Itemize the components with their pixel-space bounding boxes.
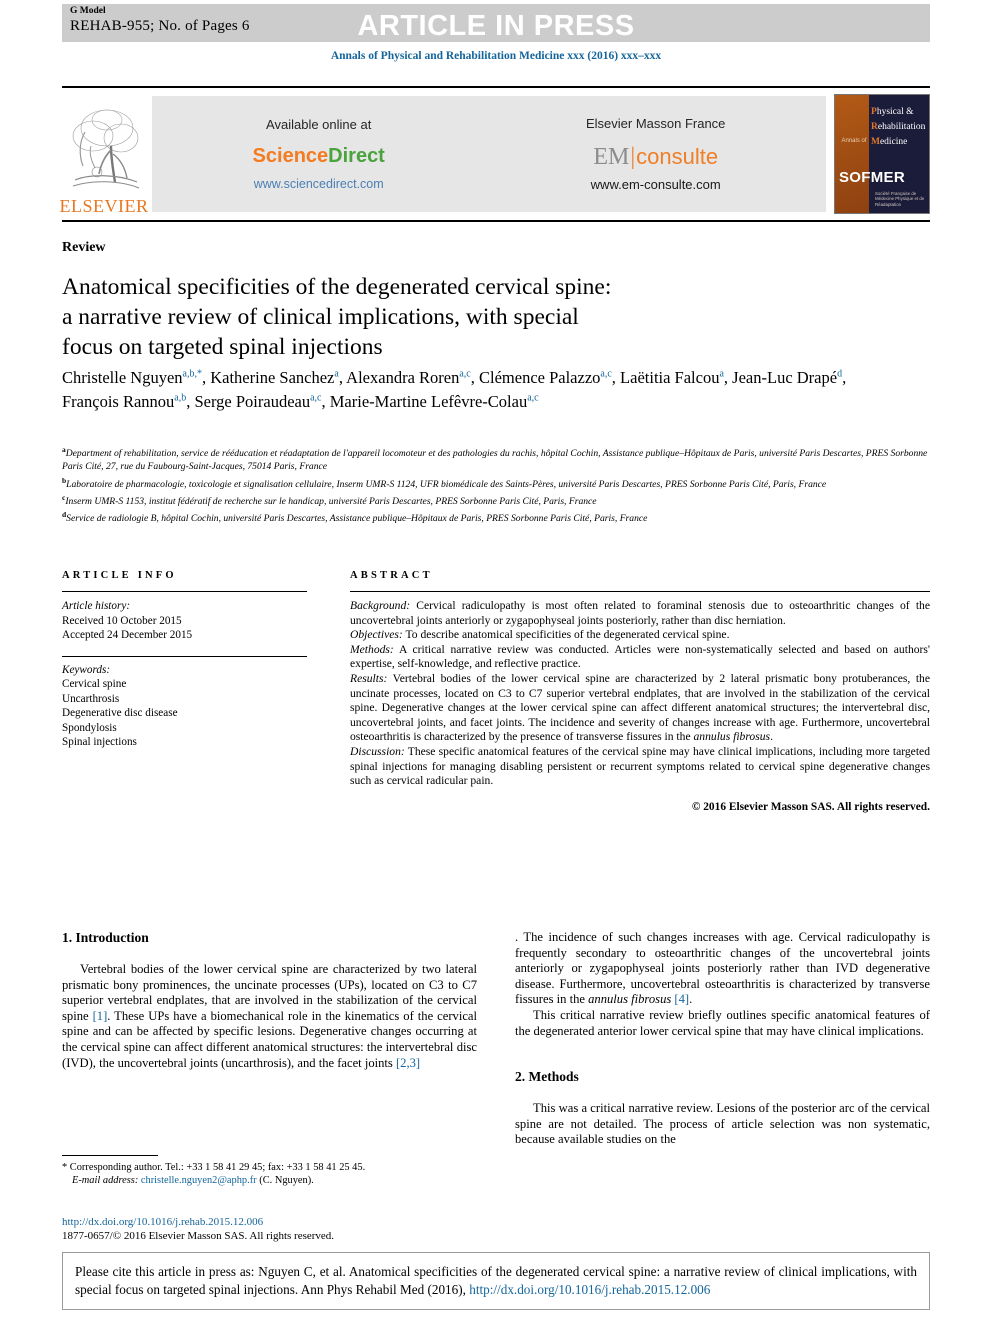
- affiliation-item: bLaboratoire de pharmacologie, toxicolog…: [62, 475, 827, 490]
- heading-introduction: 1. Introduction: [62, 930, 149, 945]
- masthead: ELSEVIER Available online at ScienceDire…: [59, 90, 930, 218]
- sciencedirect-url[interactable]: www.sciencedirect.com: [253, 177, 385, 191]
- abstract-copyright: © 2016 Elsevier Masson SAS. All rights r…: [691, 800, 930, 813]
- affiliation-item: cInserm UMR-S 1153, institut fédératif d…: [62, 492, 597, 508]
- cite-this-article-box: Please cite this article in press as: Ng…: [62, 1252, 930, 1310]
- abstract-section: Results: Vertebral bodies of the lower c…: [350, 671, 930, 744]
- author-list: Christelle Nguyena,b,*, Katherine Sanche…: [62, 368, 847, 411]
- introduction-paragraph-1: Vertebral bodies of the lower cervical s…: [62, 962, 477, 1070]
- abstract-section-label: Results:: [350, 671, 388, 685]
- emconsulte-logo: EM|consulte: [586, 144, 725, 170]
- doi-and-issn-block: http://dx.doi.org/10.1016/j.rehab.2015.1…: [62, 1215, 334, 1243]
- abstract-section-label: Methods:: [350, 642, 394, 656]
- corresponding-author-email-suffix: (C. Nguyen).: [256, 1175, 314, 1187]
- elsevier-wordmark: ELSEVIER: [59, 196, 149, 216]
- heading-methods: 2. Methods: [515, 1069, 579, 1085]
- article-type-label: Review: [62, 240, 106, 255]
- keyword-item: Spondylosis: [62, 721, 117, 734]
- sciencedirect-logo: ScienceDirect: [253, 145, 385, 168]
- keyword-item: Uncarthrosis: [62, 692, 120, 705]
- body-column-right: . The incidence of such changes increase…: [515, 930, 930, 1148]
- abstract-section: Discussion: These specific anatomical fe…: [350, 744, 930, 788]
- g-model-label: G Model: [70, 6, 106, 16]
- abstract-heading: ABSTRACT: [350, 570, 433, 581]
- accepted-date: Accepted 24 December 2015: [62, 629, 193, 641]
- footnote-rule: [62, 1155, 158, 1156]
- emconsulte-url[interactable]: www.em-consulte.com: [586, 177, 725, 192]
- sciencedirect-logo-first: Science: [252, 145, 329, 167]
- sofmer-subtitle: Société Française de Médecine Physique e…: [875, 191, 925, 207]
- sciencedirect-logo-second: Direct: [328, 145, 385, 167]
- keyword-item: Cervical spine: [62, 678, 127, 690]
- sofmer-logo: SOFMER: [839, 169, 905, 186]
- keyword-item: Degenerative disc disease: [62, 707, 178, 719]
- keyword-item: Spinal injections: [62, 736, 137, 748]
- abstract-body: Background: Cervical radiculopathy is mo…: [350, 599, 930, 789]
- article-doi-link[interactable]: http://dx.doi.org/10.1016/j.rehab.2015.1…: [62, 1215, 334, 1229]
- elsevier-tree-icon: [67, 102, 141, 196]
- cover-title-line3-rest: edicine: [879, 137, 908, 147]
- received-date: Received 10 October 2015: [62, 614, 182, 627]
- cover-orange-strip: [835, 95, 869, 213]
- cover-annals-of-label: Annals of: [841, 138, 867, 144]
- abstract-section-label: Objectives:: [350, 628, 403, 642]
- keywords-rule: [62, 655, 307, 657]
- abstract-rule: [350, 591, 930, 592]
- keywords-block: Keywords: Cervical spine Uncarthrosis Dege…: [62, 663, 307, 750]
- journal-cover-thumbnail: Annals of Physical & Rehabilitation Medi…: [834, 94, 930, 214]
- abstract-section: Background: Cervical radiculopathy is mo…: [350, 599, 930, 627]
- page-title: Anatomical specificities of the degenera…: [62, 272, 762, 362]
- emconsulte-logo-first: EM: [593, 144, 630, 170]
- reference-link-4[interactable]: [4]: [671, 992, 689, 1006]
- title-line-1: Anatomical specificities of the degenera…: [62, 274, 612, 300]
- body-column-left: 1. Introduction Vertebral bodies of the …: [62, 930, 477, 1071]
- reference-link-1[interactable]: [1]: [93, 1009, 108, 1023]
- article-info-heading: ARTICLE INFO: [62, 570, 177, 581]
- article-history-block: Article history: Received 10 October 201…: [62, 599, 307, 643]
- title-line-2: a narrative review of clinical implicati…: [62, 304, 579, 330]
- abstract-section: Objectives: To describe anatomical speci…: [350, 628, 730, 642]
- title-line-3: focus on targeted spinal injections: [62, 334, 383, 360]
- sciencedirect-block: Available online at ScienceDirect www.sc…: [247, 117, 391, 191]
- article-info-column: ARTICLE INFO Article history: Received 1…: [62, 570, 307, 750]
- cover-journal-title: Physical & Rehabilitation Medicine: [871, 107, 926, 147]
- affiliation-item: dService de radiologie B, hôpital Cochin…: [62, 510, 648, 525]
- cite-this-article-doi-link[interactable]: http://dx.doi.org/10.1016/j.rehab.2015.1…: [469, 1282, 710, 1297]
- abstract-section-label: Background:: [350, 599, 411, 612]
- available-online-label: Available online at: [266, 117, 372, 132]
- abstract-section: Methods: A critical narrative review was…: [350, 642, 930, 671]
- issn-copyright-line: 1877-0657/© 2016 Elsevier Masson SAS. Al…: [62, 1230, 335, 1242]
- introduction-paragraph-1-continued: . The incidence of such changes increase…: [515, 930, 930, 1007]
- cover-title-line1-rest: hysical &: [876, 107, 914, 117]
- emconsulte-logo-second: consulte: [636, 144, 719, 169]
- methods-paragraph-1: This was a critical narrative review. Le…: [515, 1101, 930, 1147]
- reference-link-2[interactable]: [2,3]: [396, 1056, 420, 1070]
- keywords-label: Keywords:: [62, 663, 111, 676]
- elsevier-logo: ELSEVIER: [59, 90, 149, 218]
- manuscript-id: REHAB-955; No. of Pages 6: [70, 18, 250, 34]
- introduction-paragraph-2: This critical narrative review briefly o…: [515, 1007, 930, 1038]
- affiliation-list: aDepartment of rehabilitation, service d…: [62, 443, 932, 526]
- article-info-rule: [62, 591, 307, 592]
- online-availability-panel: Available online at ScienceDirect www.sc…: [152, 96, 826, 212]
- elsevier-masson-label: Elsevier Masson France: [585, 116, 726, 131]
- journal-running-head: Annals of Physical and Rehabilitation Me…: [330, 50, 662, 62]
- corresponding-author-line: Corresponding author. Tel.: +33 1 58 41 …: [67, 1162, 366, 1173]
- abstract-column: ABSTRACT Background: Cervical radiculopa…: [350, 570, 930, 813]
- article-history-label: Article history:: [62, 600, 131, 612]
- keywords-list: Cervical spine Uncarthrosis Degenerative d…: [62, 677, 307, 750]
- footnote-text: * Corresponding author. Tel.: +33 1 58 4…: [62, 1161, 477, 1188]
- email-address-label: E-mail address:: [72, 1175, 139, 1187]
- corresponding-author-footnote: * Corresponding author. Tel.: +33 1 58 4…: [62, 1155, 477, 1188]
- cover-title-line2-rest: ehabilitation: [877, 122, 926, 132]
- emconsulte-block: Elsevier Masson France EM|consulte www.e…: [580, 116, 731, 192]
- abstract-section-label: Discussion:: [350, 744, 405, 758]
- affiliation-item: aDepartment of rehabilitation, service d…: [62, 445, 928, 473]
- corresponding-author-email[interactable]: christelle.nguyen2@aphp.fr: [141, 1175, 257, 1186]
- annulus-fibrosus-term: annulus fibrosus: [588, 992, 672, 1007]
